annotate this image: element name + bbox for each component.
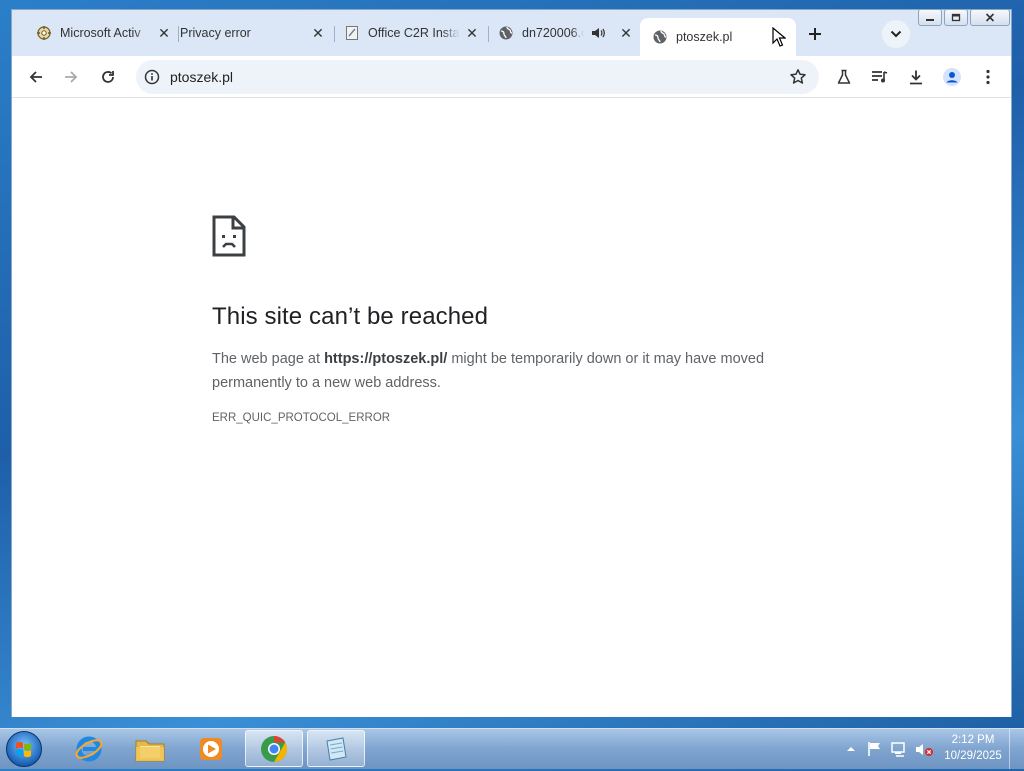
tab-separator: [488, 26, 489, 42]
error-description: The web page at https://ptoszek.pl/ migh…: [212, 347, 812, 395]
reload-button[interactable]: [96, 65, 120, 89]
media-player-icon: [200, 737, 222, 760]
close-icon[interactable]: ✕: [310, 25, 326, 41]
taskbar-media-player[interactable]: [182, 730, 240, 767]
clock-time: 2:12 PM: [951, 734, 995, 746]
speaker-icon[interactable]: [590, 25, 606, 41]
chrome-icon: [261, 735, 288, 762]
close-icon: [985, 13, 995, 22]
system-clock[interactable]: 2:12 PM 10/29/2025: [940, 732, 1006, 764]
flask-icon: [837, 69, 851, 84]
tab-ptoszek[interactable]: ptoszek.pl: [640, 18, 796, 56]
profile-button[interactable]: [940, 65, 964, 89]
taskbar-notepad[interactable]: [307, 730, 365, 767]
close-window-button[interactable]: [970, 9, 1010, 26]
action-center-flag-icon[interactable]: [866, 740, 884, 758]
tab-title: Privacy error: [180, 26, 251, 40]
tab-microsoft-activex[interactable]: Microsoft Activ ✕: [36, 20, 172, 46]
restore-button[interactable]: [944, 9, 968, 26]
toolbar: ptoszek.pl: [12, 56, 1011, 98]
tab-title: dn720006.c: [522, 26, 584, 40]
taskbar-internet-explorer[interactable]: [60, 730, 118, 767]
sad-page-icon: [212, 215, 246, 257]
clock-date: 10/29/2025: [944, 750, 1002, 762]
tab-dn720006[interactable]: dn720006.c ✕: [498, 20, 632, 46]
menu-button[interactable]: [976, 65, 1000, 89]
windows-logo-icon: [16, 741, 31, 758]
labs-button[interactable]: [832, 65, 856, 89]
media-queue-icon: [872, 71, 888, 83]
chevron-down-icon: [890, 30, 902, 38]
close-icon[interactable]: ✕: [156, 25, 172, 41]
address-bar[interactable]: ptoszek.pl: [136, 60, 819, 94]
downloads-button[interactable]: [904, 65, 928, 89]
plus-icon: [809, 28, 821, 40]
file-explorer-icon: [135, 740, 165, 761]
activex-gear-icon: [37, 26, 51, 40]
minimize-icon: [926, 18, 934, 21]
start-button[interactable]: [6, 731, 42, 767]
mouse-cursor-icon: [772, 27, 786, 47]
volume-muted-icon[interactable]: [914, 740, 934, 758]
taskbar-chrome[interactable]: [245, 730, 303, 767]
tab-separator: [178, 26, 179, 42]
tab-title: ptoszek.pl: [676, 30, 733, 44]
close-icon[interactable]: ✕: [618, 25, 634, 41]
error-page: This site can’t be reached The web page …: [12, 98, 1011, 717]
download-icon: [910, 70, 922, 85]
back-button[interactable]: [24, 65, 48, 89]
error-desc-prefix: The web page at: [212, 351, 325, 367]
show-desktop-button[interactable]: [1009, 729, 1024, 769]
error-code: ERR_QUIC_PROTOCOL_ERROR: [212, 412, 391, 424]
taskbar: 2:12 PM 10/29/2025: [0, 728, 1024, 769]
globe-icon: [653, 30, 667, 44]
arrow-left-icon: [29, 71, 42, 83]
new-tab-button[interactable]: [802, 22, 828, 46]
tab-separator: [334, 26, 335, 42]
site-info-icon[interactable]: [144, 69, 160, 85]
show-hidden-icons-icon[interactable]: [846, 744, 856, 754]
forward-button[interactable]: [59, 65, 83, 89]
media-controls-button[interactable]: [868, 65, 892, 89]
reload-icon: [102, 71, 114, 83]
close-icon[interactable]: ✕: [464, 25, 480, 41]
taskbar-file-explorer[interactable]: [121, 730, 179, 767]
notepad-icon: [326, 736, 347, 761]
kebab-menu-icon: [986, 69, 990, 85]
url-text[interactable]: ptoszek.pl: [170, 69, 233, 85]
error-url: https://ptoszek.pl/: [324, 351, 448, 367]
globe-icon: [499, 26, 513, 40]
tab-office-c2r[interactable]: Office C2R Insta ✕: [344, 20, 480, 46]
document-icon: [346, 26, 358, 40]
avatar-icon: [943, 68, 961, 86]
browser-window: Microsoft Activ ✕ Privacy error ✕ Office…: [11, 9, 1012, 717]
bookmark-star-icon[interactable]: [789, 68, 807, 86]
window-controls: [916, 9, 1010, 29]
internet-explorer-icon: [75, 736, 103, 761]
network-icon[interactable]: [890, 740, 908, 758]
tab-title: Office C2R Insta: [368, 26, 460, 40]
tab-strip: Microsoft Activ ✕ Privacy error ✕ Office…: [12, 9, 1011, 56]
minimize-button[interactable]: [918, 9, 942, 26]
tab-search-button[interactable]: [882, 20, 910, 48]
tab-privacy-error[interactable]: Privacy error ✕: [180, 20, 326, 46]
tab-title: Microsoft Activ: [60, 26, 141, 40]
restore-icon: [951, 13, 961, 22]
error-title: This site can’t be reached: [212, 303, 489, 330]
arrow-right-icon: [65, 71, 78, 83]
